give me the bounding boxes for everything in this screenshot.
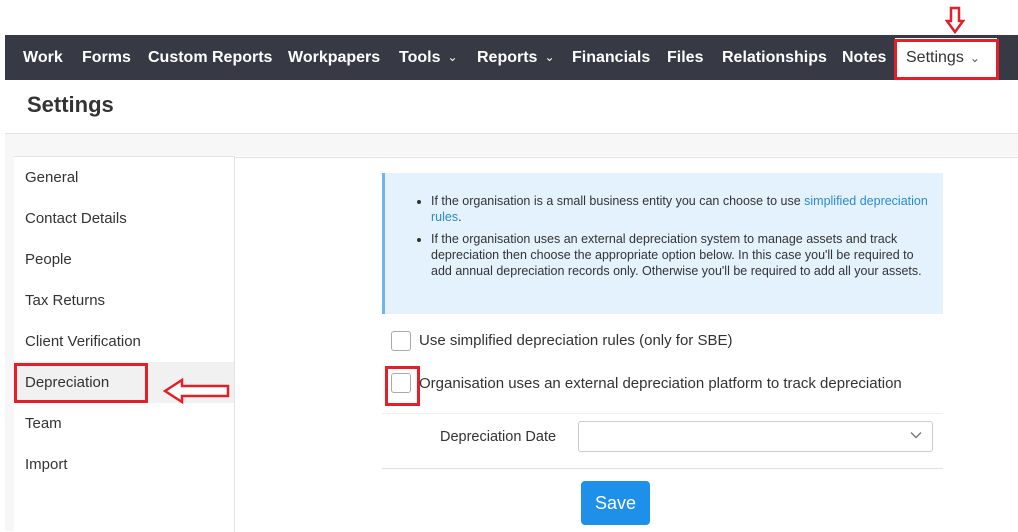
info-text: If the organisation is a small business …	[431, 194, 805, 208]
chevron-down-icon: ⌄	[447, 50, 458, 64]
nav-item-custom-reports[interactable]: Custom Reports	[148, 35, 272, 80]
page-title: Settings	[27, 92, 114, 117]
nav-item-files[interactable]: Files	[667, 35, 703, 80]
top-navbar: Work Forms Custom Reports Workpapers Too…	[5, 35, 1018, 80]
annotation-highlight-depreciation	[14, 363, 148, 403]
sidebar-item-tax-returns[interactable]: Tax Returns	[25, 292, 105, 309]
nav-item-work[interactable]: Work	[23, 35, 63, 80]
annotation-highlight-checkbox	[385, 366, 420, 406]
depreciation-date-select[interactable]	[578, 421, 933, 452]
sidebar-item-team[interactable]: Team	[25, 415, 62, 432]
annotation-arrow-down-icon	[945, 6, 965, 34]
nav-item-financials[interactable]: Financials	[572, 35, 650, 80]
nav-label: Settings	[906, 49, 964, 66]
nav-label: Notes	[842, 49, 887, 66]
nav-label: Relationships	[722, 49, 827, 66]
nav-item-forms[interactable]: Forms	[82, 35, 131, 80]
nav-item-reports[interactable]: Reports ⌄	[477, 35, 555, 80]
sidebar-item-people[interactable]: People	[25, 251, 72, 268]
page-background	[5, 134, 1018, 156]
nav-item-workpapers[interactable]: Workpapers	[288, 35, 380, 80]
sidebar-item-client-verification[interactable]: Client Verification	[25, 333, 141, 350]
simplified-rules-label[interactable]: Use simplified depreciation rules (only …	[419, 332, 732, 349]
info-text: If the organisation uses an external dep…	[431, 232, 922, 278]
nav-label: Custom Reports	[148, 49, 273, 66]
nav-label: Files	[667, 49, 704, 66]
nav-label: Forms	[82, 49, 131, 66]
sidebar-item-contact-details[interactable]: Contact Details	[25, 210, 127, 227]
sidebar-item-general[interactable]: General	[25, 169, 78, 186]
annotation-arrow-left-icon	[162, 377, 230, 405]
nav-label: Financials	[572, 49, 651, 66]
info-list: If the organisation is a small business …	[385, 193, 931, 285]
sidebar-item-import[interactable]: Import	[25, 456, 68, 473]
nav-label: Workpapers	[288, 49, 381, 66]
chevron-down-icon	[910, 432, 922, 439]
nav-item-notes[interactable]: Notes	[842, 35, 886, 80]
info-callout: If the organisation is a small business …	[382, 173, 943, 314]
nav-item-tools[interactable]: Tools ⌄	[399, 35, 458, 80]
chevron-down-icon: ⌄	[969, 51, 980, 65]
simplified-rules-checkbox[interactable]	[391, 331, 411, 351]
page-gutter	[5, 156, 14, 531]
nav-item-relationships[interactable]: Relationships	[722, 35, 827, 80]
nav-label: Work	[23, 49, 63, 66]
depreciation-date-label: Depreciation Date	[440, 429, 557, 445]
save-button[interactable]: Save	[581, 481, 650, 525]
form-divider	[382, 413, 943, 414]
info-text-end: .	[458, 210, 462, 224]
info-bullet-external: If the organisation uses an external dep…	[431, 231, 931, 279]
form-divider	[382, 468, 943, 469]
nav-label: Tools	[399, 49, 441, 66]
external-platform-label[interactable]: Organisation uses an external depreciati…	[419, 375, 902, 392]
nav-label: Reports	[477, 49, 538, 66]
nav-item-settings[interactable]: Settings ⌄	[895, 38, 997, 78]
chevron-down-icon: ⌄	[544, 50, 555, 64]
info-bullet-simplified: If the organisation is a small business …	[431, 193, 931, 225]
